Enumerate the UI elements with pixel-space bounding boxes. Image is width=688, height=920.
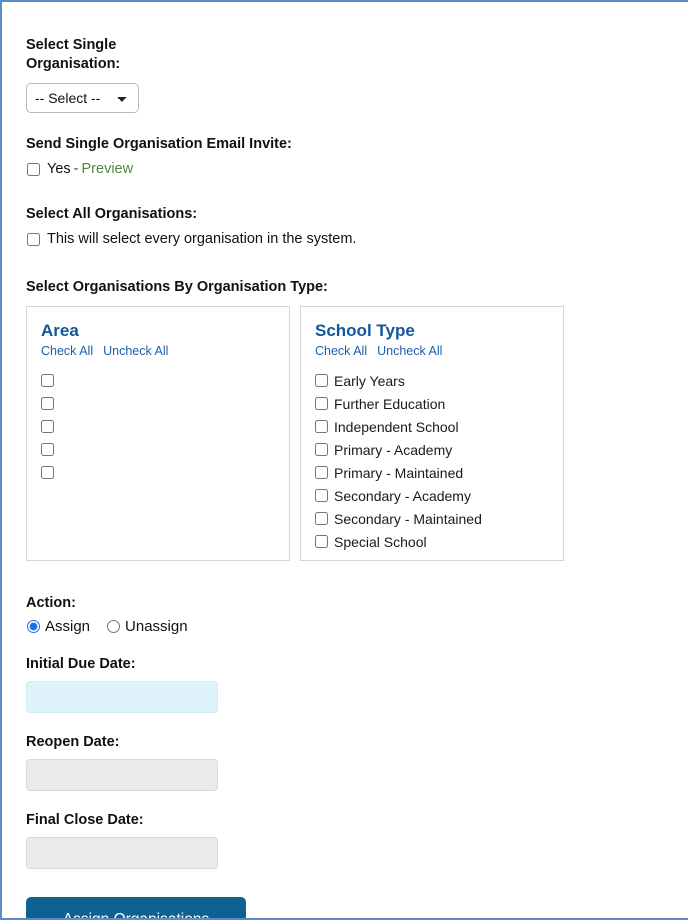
panel-area-item [41,415,275,438]
panel-school-type-item-label: Special School [334,533,427,550]
section-final-close-date: Final Close Date: [26,811,688,869]
email-invite-label: Send Single Organisation Email Invite: [26,136,292,152]
panel-school-type-item-label: Independent School [334,418,459,435]
panel-school-type-item-checkbox[interactable] [315,374,328,387]
final-close-date-label: Final Close Date: [26,812,144,828]
panel-area-title: Area [41,321,79,340]
single-organisation-select[interactable]: -- Select -- [26,83,139,113]
email-invite-preview-link[interactable]: Preview [82,160,134,178]
panel-school-type-item: Primary - Academy [315,438,549,461]
panel-school-type-item-checkbox[interactable] [315,397,328,410]
section-initial-due-date: Initial Due Date: [26,655,688,713]
panel-area-item [41,369,275,392]
section-submit: Assign Organisations [26,897,688,918]
panel-area-actions: Check All Uncheck All [41,344,275,359]
email-invite-yes-label: Yes [47,161,71,177]
action-unassign-label: Unassign [125,618,188,635]
action-label: Action: [26,595,76,611]
action-assign-label: Assign [45,618,91,635]
section-email-invite: Send Single Organisation Email Invite: Y… [26,135,688,178]
panel-school-type-item: Special School [315,530,549,553]
select-single-organisation-label: Select Single Organisation: [26,37,121,72]
section-reopen-date: Reopen Date: [26,733,688,791]
action-option-assign[interactable]: Assign [26,618,90,635]
panel-school-type-item: Early Years [315,369,549,392]
panel-school-type-check-all-link[interactable]: Check All [315,344,367,359]
panel-school-type-item-label: Early Years [334,372,405,389]
section-select-single-organisation: Select Single Organisation: -- Select -- [26,36,688,113]
panel-area-uncheck-all-link[interactable]: Uncheck All [103,344,168,359]
panel-area-item-checkbox[interactable] [41,374,54,387]
panel-school-type: School Type Check All Uncheck All Early … [300,306,564,561]
panel-school-type-item-checkbox[interactable] [315,535,328,548]
panel-area-item-checkbox[interactable] [41,420,54,433]
assign-organisations-button[interactable]: Assign Organisations [26,897,246,918]
panel-area-item [41,461,275,484]
final-close-date-input[interactable] [26,837,218,869]
select-all-row: This will select every organisation in t… [26,230,688,248]
action-option-unassign[interactable]: Unassign [106,618,188,635]
email-invite-separator: - [73,161,79,177]
reopen-date-label: Reopen Date: [26,734,120,750]
panel-school-type-item-checkbox[interactable] [315,420,328,433]
reopen-date-input[interactable] [26,759,218,791]
panel-area-check-all-link[interactable]: Check All [41,344,93,359]
panel-school-type-item-label: Secondary - Maintained [334,510,482,527]
panel-area-item-checkbox[interactable] [41,443,54,456]
panel-school-type-item: Independent School [315,415,549,438]
select-all-organisations-checkbox[interactable] [27,232,40,246]
organisation-type-panels: Area Check All Uncheck All School Type C… [26,306,688,561]
section-action: Action: Assign Unassign [26,594,688,635]
panel-school-type-item-label: Primary - Maintained [334,464,464,481]
email-invite-row: Yes - Preview [26,160,688,178]
panel-area-item [41,438,275,461]
panel-school-type-item: Primary - Maintained [315,461,549,484]
panel-school-type-item-checkbox[interactable] [315,512,328,525]
by-organisation-type-label: Select Organisations By Organisation Typ… [26,279,328,295]
section-by-organisation-type: Select Organisations By Organisation Typ… [26,278,688,561]
section-select-all-organisations: Select All Organisations: This will sele… [26,205,688,248]
panel-area-list [41,369,275,484]
action-radio-group: Assign Unassign [26,618,688,635]
panel-school-type-uncheck-all-link[interactable]: Uncheck All [377,344,442,359]
panel-area-item-checkbox[interactable] [41,466,54,479]
select-all-organisations-label: Select All Organisations: [26,206,198,222]
panel-area-item-checkbox[interactable] [41,397,54,410]
email-invite-yes-checkbox[interactable] [27,162,40,176]
panel-area: Area Check All Uncheck All [26,306,290,561]
panel-school-type-item-label: Secondary - Academy [334,487,471,504]
panel-area-item [41,392,275,415]
select-all-organisations-description: This will select every organisation in t… [47,231,357,247]
panel-school-type-item: Secondary - Academy [315,484,549,507]
assign-organisations-form: Select Single Organisation: -- Select --… [0,0,688,920]
initial-due-date-label: Initial Due Date: [26,656,136,672]
panel-school-type-item: Further Education [315,392,549,415]
panel-school-type-item-checkbox[interactable] [315,466,328,479]
action-unassign-radio[interactable] [107,620,121,633]
panel-school-type-item-checkbox[interactable] [315,443,328,456]
panel-school-type-list: Early Years Further Education Independen… [315,369,549,553]
panel-school-type-item-checkbox[interactable] [315,489,328,502]
panel-school-type-item-label: Primary - Academy [334,441,453,458]
action-assign-radio[interactable] [27,620,40,633]
panel-school-type-item-label: Further Education [334,395,446,412]
panel-school-type-actions: Check All Uncheck All [315,344,549,359]
panel-school-type-item: Secondary - Maintained [315,507,549,530]
initial-due-date-input[interactable] [26,681,218,713]
panel-school-type-title: School Type [315,321,415,340]
